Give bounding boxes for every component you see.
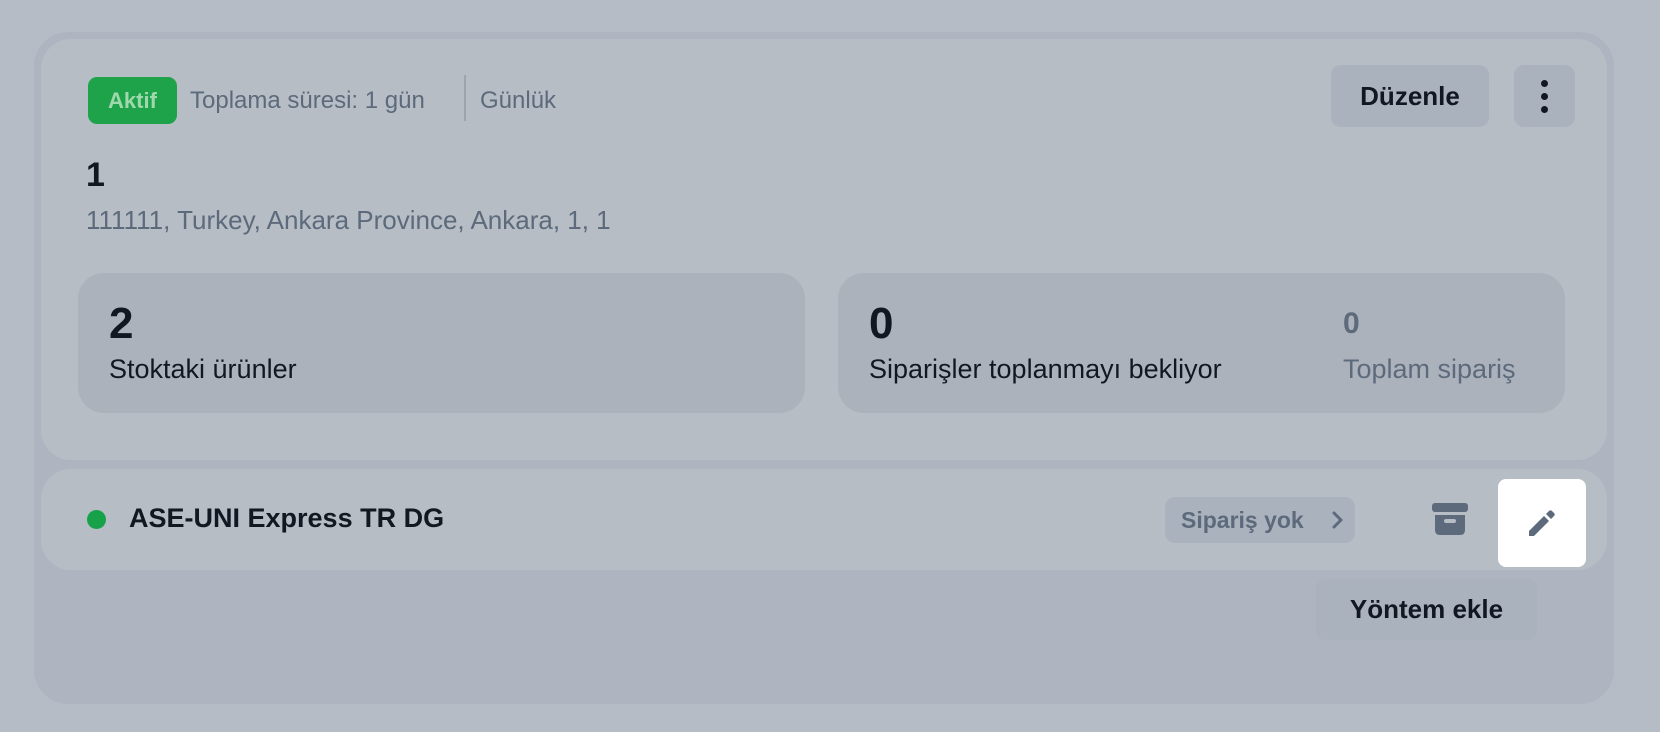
meta-divider — [464, 75, 466, 121]
add-method-button[interactable]: Yöntem ekle — [1316, 579, 1537, 640]
warehouse-card: Aktif Toplama süresi: 1 gün Günlük Düzen… — [41, 39, 1607, 460]
edit-method-button[interactable] — [1498, 479, 1586, 567]
more-options-button[interactable] — [1514, 65, 1575, 127]
method-status-dot — [87, 510, 106, 529]
method-name: ASE-UNI Express TR DG — [129, 503, 445, 533]
edit-warehouse-button[interactable]: Düzenle — [1331, 65, 1489, 127]
method-orders-link[interactable]: Sipariş yok — [1165, 497, 1355, 543]
archive-button[interactable] — [1431, 502, 1469, 536]
collection-time: Toplama süresi: 1 gün — [190, 87, 425, 114]
stock-label: Stoktaki ürünler — [109, 354, 297, 384]
orders-stat-card[interactable]: 0 Siparişler toplanmayı bekliyor 0 Topla… — [838, 273, 1565, 413]
chevron-right-icon — [1332, 497, 1344, 559]
warehouse-name: 1 — [86, 156, 105, 194]
frequency-label: Günlük — [480, 87, 557, 114]
stock-count: 2 — [109, 299, 134, 348]
pencil-icon — [1529, 510, 1555, 536]
method-orders-label: Sipariş yok — [1181, 507, 1304, 533]
pending-orders-label: Siparişler toplanmayı bekliyor — [869, 354, 1222, 384]
stock-stat-card[interactable]: 2 Stoktaki ürünler — [78, 273, 805, 413]
total-orders-count: 0 — [1343, 307, 1360, 340]
total-orders-label: Toplam sipariş — [1343, 354, 1516, 384]
pending-orders-count: 0 — [869, 299, 894, 348]
status-badge: Aktif — [88, 77, 177, 124]
archive-icon — [1432, 503, 1468, 535]
warehouse-address: 111111, Turkey, Ankara Province, Ankara,… — [86, 205, 611, 235]
shipping-method-row: ASE-UNI Express TR DG Sipariş yok — [41, 469, 1607, 570]
